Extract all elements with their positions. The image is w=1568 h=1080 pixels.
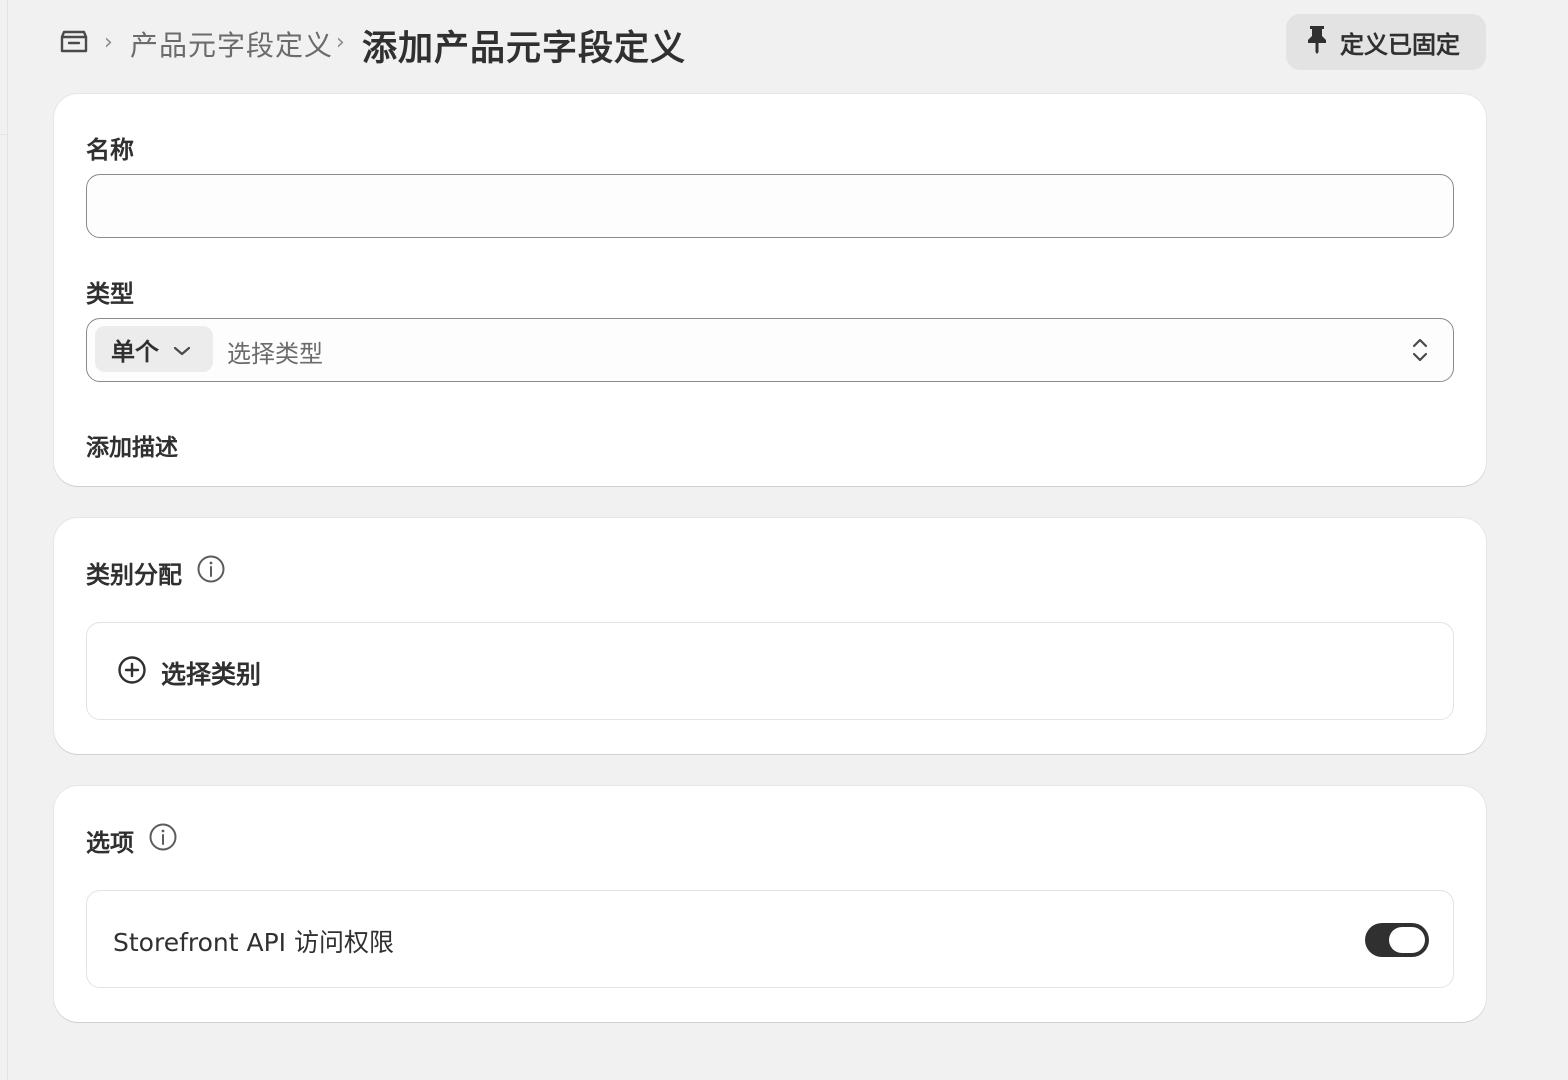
breadcrumb-separator: › — [104, 30, 113, 55]
name-input[interactable] — [86, 174, 1454, 238]
add-description-link[interactable]: 添加描述 — [86, 428, 178, 462]
page-title: 添加产品元字段定义 — [362, 29, 687, 69]
name-label: 名称 — [86, 136, 134, 164]
side-panel-divider — [0, 0, 7, 135]
storefront-access-label: Storefront API 访问权限 — [113, 928, 394, 957]
choose-category-content: 选择类别 — [117, 655, 261, 691]
toggle-knob — [1389, 927, 1425, 953]
type-placeholder: 选择类型 — [227, 340, 323, 368]
type-select[interactable]: 单个 选择类型 — [86, 318, 1454, 382]
select-updown-icon — [1409, 335, 1431, 365]
definition-card: 名称 类型 单个 选择类型 添加描述 — [54, 94, 1486, 486]
page-header: › 产品元字段定义 › 添加产品元字段定义 定义已固定 — [54, 12, 1486, 74]
type-label: 类型 — [86, 280, 134, 308]
options-card: 选项 Storefront API 访问权限 — [54, 786, 1486, 1022]
plus-circle-icon — [117, 655, 147, 691]
storefront-access-row: Storefront API 访问权限 — [86, 890, 1454, 988]
pin-definition-button[interactable]: 定义已固定 — [1286, 14, 1486, 70]
cardinality-select[interactable]: 单个 — [95, 326, 213, 372]
store-icon[interactable] — [58, 28, 90, 56]
breadcrumb-parent-link[interactable]: 产品元字段定义 — [130, 24, 333, 64]
storefront-access-toggle[interactable] — [1365, 923, 1429, 957]
side-panel-edge — [0, 0, 8, 1080]
category-section-header: 类别分配 — [86, 554, 226, 590]
choose-category-button[interactable]: 选择类别 — [86, 622, 1454, 720]
cardinality-value: 单个 — [111, 337, 159, 366]
breadcrumb-separator: › — [336, 30, 345, 55]
pin-button-label: 定义已固定 — [1340, 30, 1460, 59]
category-assignment-card: 类别分配 选择类别 — [54, 518, 1486, 754]
category-section-title: 类别分配 — [86, 560, 182, 589]
chevron-down-icon — [173, 335, 191, 363]
pin-icon — [1306, 24, 1328, 60]
options-section-header: 选项 — [86, 822, 178, 858]
choose-category-label: 选择类别 — [161, 660, 262, 689]
options-section-title: 选项 — [86, 828, 134, 857]
info-icon[interactable] — [196, 554, 226, 590]
info-icon[interactable] — [148, 822, 178, 858]
